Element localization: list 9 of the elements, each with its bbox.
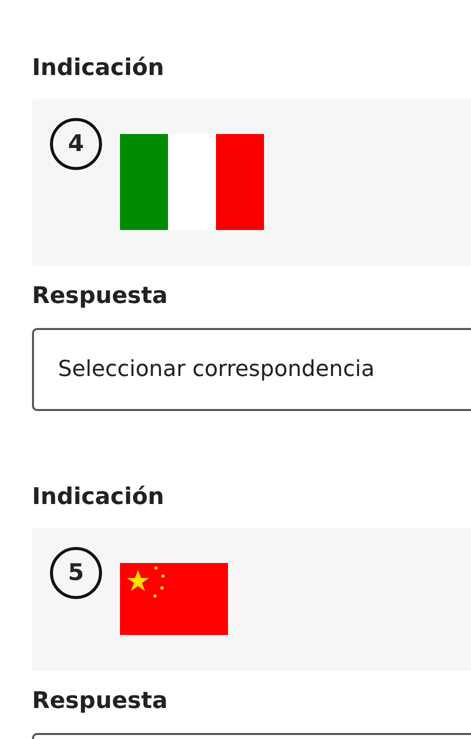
section-heading: Indicación (32, 483, 166, 512)
select-field[interactable]: Seleccionar correspondencia (32, 328, 471, 411)
number-circle: 5 (50, 547, 102, 599)
answer-label: Respuesta (32, 687, 169, 716)
number-circle: 4 (50, 118, 102, 170)
flag-icon (120, 563, 228, 635)
section-heading: Indicación (32, 54, 166, 83)
flag-icon (120, 134, 264, 230)
answer-label: Respuesta (32, 282, 169, 311)
